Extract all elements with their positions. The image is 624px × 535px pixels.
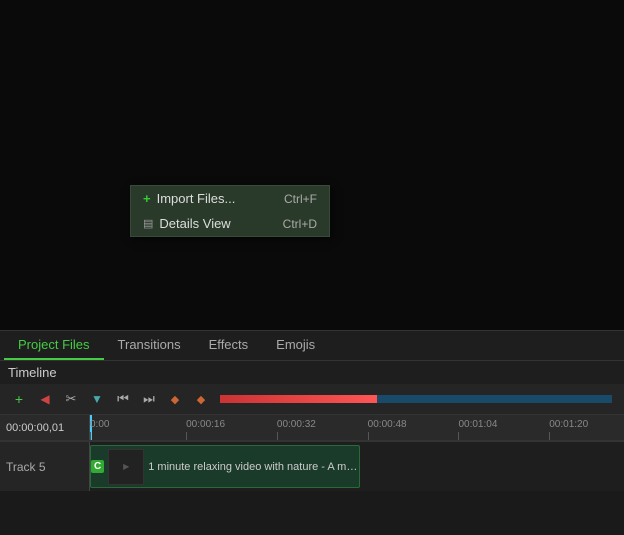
details-view-label: Details View xyxy=(159,216,230,231)
tab-transitions[interactable]: Transitions xyxy=(104,331,195,360)
tab-emojis[interactable]: Emojis xyxy=(262,331,329,360)
tick-64: 00:01:04 xyxy=(458,419,497,430)
tick-line-32 xyxy=(277,432,278,440)
tick-0: 0:00 xyxy=(90,419,109,430)
video-preview: + Import Files... Ctrl+F ▤ Details View … xyxy=(0,0,624,330)
progress-bar-fill xyxy=(220,395,377,403)
tab-effects[interactable]: Effects xyxy=(195,331,263,360)
thumbnail-placeholder: ▶ xyxy=(123,462,129,471)
track-label: Track 5 xyxy=(0,442,90,491)
tick-line-0 xyxy=(90,432,91,440)
timeline-ruler: 00:00:00,01 0:00 00:00:16 00:00:32 00:00… xyxy=(0,415,624,441)
mark-out-button[interactable]: ◆ xyxy=(190,388,212,410)
timeline-label: Timeline xyxy=(0,361,624,384)
details-view-shortcut: Ctrl+D xyxy=(283,217,317,231)
tick-line-16 xyxy=(186,432,187,440)
tick-line-64 xyxy=(458,432,459,440)
clip-thumbnail: ▶ xyxy=(108,449,144,485)
tick-line-80 xyxy=(549,432,550,440)
tick-16: 00:00:16 xyxy=(186,419,225,430)
tab-project-files[interactable]: Project Files xyxy=(4,331,104,360)
tick-32: 00:00:32 xyxy=(277,419,316,430)
track-row: Track 5 C ▶ 1 minute relaxing video with… xyxy=(0,441,624,491)
tick-80: 00:01:20 xyxy=(549,419,588,430)
timeline-progress-bar[interactable] xyxy=(220,395,612,403)
bottom-panel: Project Files Transitions Effects Emojis… xyxy=(0,330,624,491)
track-content[interactable]: C ▶ 1 minute relaxing video with nature … xyxy=(90,442,624,491)
skip-fwd-button[interactable]: ⏭ xyxy=(138,388,160,410)
mark-in-button[interactable]: ◆ xyxy=(164,388,186,410)
skip-back-button[interactable]: ⏮ xyxy=(112,388,134,410)
tick-48: 00:00:48 xyxy=(368,419,407,430)
add-button[interactable]: + xyxy=(8,388,30,410)
cut-button[interactable]: ✂ xyxy=(60,388,82,410)
down-arrow-button[interactable]: ▼ xyxy=(86,388,108,410)
tabs-bar: Project Files Transitions Effects Emojis xyxy=(0,331,624,361)
extract-button[interactable]: ◀ xyxy=(34,388,56,410)
context-menu: + Import Files... Ctrl+F ▤ Details View … xyxy=(130,185,330,237)
details-view-menu-item[interactable]: ▤ Details View Ctrl+D xyxy=(131,211,329,236)
import-files-menu-item[interactable]: + Import Files... Ctrl+F xyxy=(131,186,329,211)
ruler-ticks: 0:00 00:00:16 00:00:32 00:00:48 00:01:04… xyxy=(90,415,624,440)
progress-bar-rest xyxy=(377,395,612,403)
clip-block[interactable]: C ▶ 1 minute relaxing video with nature … xyxy=(90,445,360,488)
plus-icon: + xyxy=(143,191,151,206)
clip-title: 1 minute relaxing video with nature - A … xyxy=(148,461,359,473)
clip-letter-badge: C xyxy=(91,460,104,473)
import-files-shortcut: Ctrl+F xyxy=(284,192,317,206)
tick-line-48 xyxy=(368,432,369,440)
import-files-label: Import Files... xyxy=(157,191,236,206)
details-icon: ▤ xyxy=(143,217,153,230)
time-display: 00:00:00,01 xyxy=(0,415,90,440)
timeline-toolbar: + ◀ ✂ ▼ ⏮ ⏭ ◆ ◆ xyxy=(0,384,624,415)
